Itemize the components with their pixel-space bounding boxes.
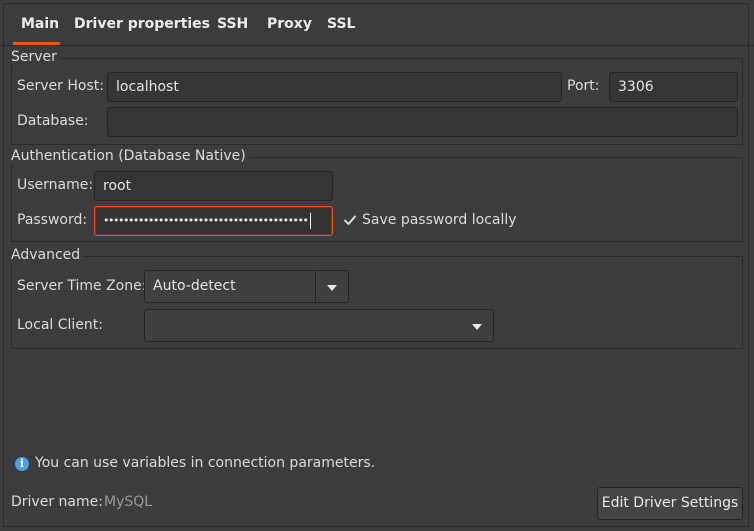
tab-ssh[interactable]: SSH [217, 16, 248, 32]
password-input[interactable]: ••••••••••••••••••••••••••••••••••••••••… [94, 206, 333, 236]
edit-driver-settings-button[interactable]: Edit Driver Settings [597, 487, 743, 520]
advanced-group-title: Advanced [11, 247, 84, 263]
database-input[interactable] [107, 107, 738, 137]
server-time-zone-value: Auto-detect [153, 278, 236, 294]
username-input[interactable]: root [94, 171, 333, 201]
info-text: You can use variables in connection para… [35, 455, 376, 471]
tab-bar: Main Driver properties SSH Proxy SSL [0, 0, 754, 46]
info-icon: i [15, 457, 29, 471]
save-password-label[interactable]: Save password locally [362, 212, 517, 228]
local-client-label: Local Client: [17, 317, 103, 333]
tab-driver-properties[interactable]: Driver properties [74, 16, 210, 32]
server-time-zone-combo[interactable]: Auto-detect [144, 270, 349, 303]
port-label: Port: [567, 78, 600, 94]
tab-main[interactable]: Main [21, 16, 59, 32]
driver-name-value: MySQL [104, 494, 153, 510]
server-time-zone-label: Server Time Zone: [17, 278, 147, 294]
checkmark-icon [344, 215, 356, 225]
password-label: Password: [17, 212, 88, 228]
database-label: Database: [17, 113, 89, 129]
combo-separator [315, 271, 316, 302]
driver-name-label: Driver name: [11, 494, 103, 510]
local-client-combo[interactable] [144, 309, 494, 342]
server-host-label: Server Host: [17, 78, 104, 94]
chevron-down-icon[interactable] [472, 324, 482, 330]
chevron-down-icon[interactable] [327, 285, 337, 291]
port-input[interactable]: 3306 [609, 72, 738, 102]
username-label: Username: [17, 177, 94, 193]
save-password-checkbox[interactable] [342, 212, 358, 228]
server-group-title: Server [11, 49, 60, 65]
authentication-group-title: Authentication (Database Native) [11, 148, 249, 164]
password-mask: ••••••••••••••••••••••••••••••••••••••••… [103, 214, 309, 227]
server-host-input[interactable]: localhost [107, 72, 562, 102]
tab-ssl[interactable]: SSL [327, 16, 355, 32]
active-tab-indicator [13, 42, 60, 45]
text-caret [309, 213, 311, 229]
tab-proxy[interactable]: Proxy [267, 16, 312, 32]
